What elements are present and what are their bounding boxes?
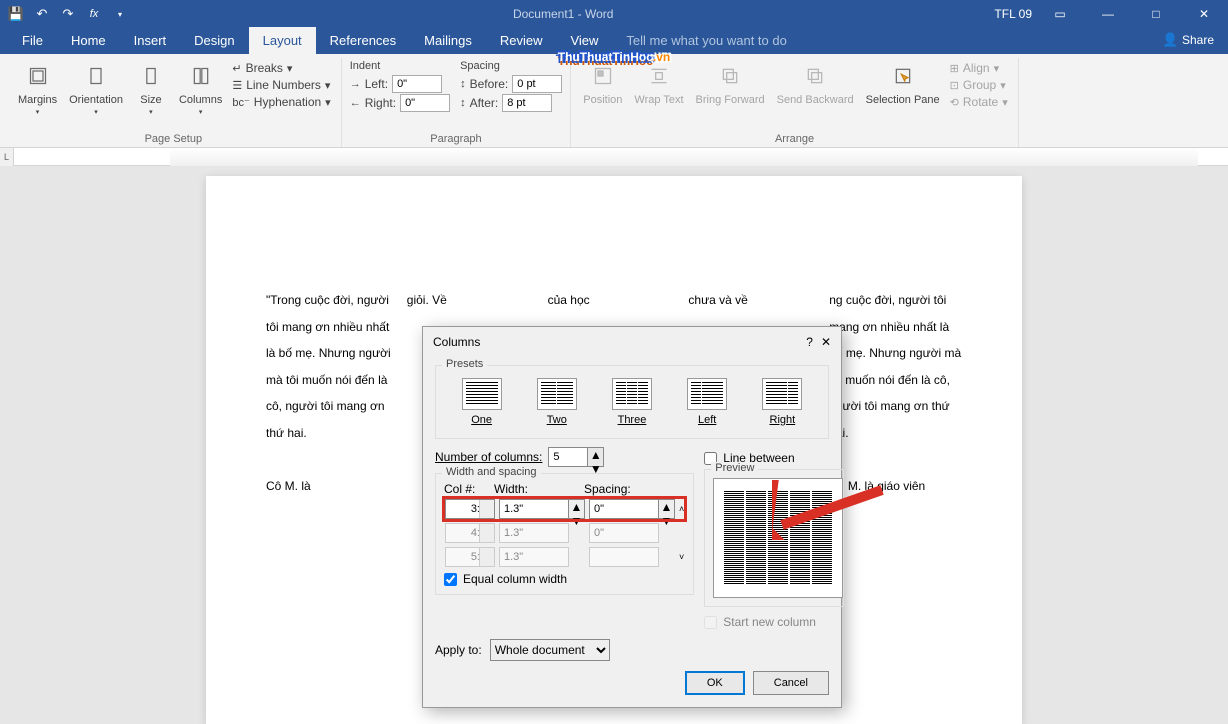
orientation-button[interactable]: Orientation▾ [65,58,127,120]
col-header: Col #: [444,482,494,496]
cancel-button[interactable]: Cancel [753,671,829,695]
spacing-after-field[interactable]: ↕ After: [460,94,562,112]
document-title: Document1 - Word [132,7,994,21]
margins-button[interactable]: Margins▾ [14,58,61,120]
ok-button[interactable]: OK [685,671,745,695]
spacing-label: Spacing [460,60,562,74]
hyphenation-button[interactable]: bc⁻ Hyphenation ▾ [230,94,332,110]
rotate-button: ⟲ Rotate ▾ [948,94,1010,110]
user-name[interactable]: TFL 09 [994,7,1032,21]
group-paragraph: Paragraph [350,131,563,147]
width-input-3[interactable] [499,499,569,519]
text-column-1[interactable]: "Trong cuộc đời, người tôi mang ơn nhiều… [266,286,399,724]
line-numbers-button[interactable]: ☰ Line Numbers ▾ [230,77,332,93]
send-backward-button: Send Backward [773,58,858,109]
ribbon-tablist: File Home Insert Design Layout Reference… [0,28,1228,54]
size-button[interactable]: Size▾ [131,58,171,120]
spacing-header: Spacing: [584,482,674,496]
presets-label: Presets [442,358,487,370]
fx-icon[interactable]: fx [82,2,106,26]
wrap-text-button: Wrap Text [630,58,687,109]
preset-right[interactable]: Right [762,378,802,426]
tab-view[interactable]: View [556,27,612,54]
text-column-5[interactable]: ng cuộc đời, người tôi mang ơn nhiều nhấ… [829,286,962,724]
group-arrange: Arrange [579,131,1010,147]
tab-insert[interactable]: Insert [120,27,181,54]
undo-icon[interactable]: ↶ [30,2,54,26]
save-icon[interactable]: 💾 [4,2,28,26]
tab-home[interactable]: Home [57,27,120,54]
tab-mailings[interactable]: Mailings [410,27,486,54]
tab-references[interactable]: References [316,27,410,54]
indent-right-field[interactable]: ← Right: [350,94,450,112]
group-objects-button: ⊡ Group ▾ [948,77,1010,93]
tab-review[interactable]: Review [486,27,557,54]
dialog-close-icon[interactable]: ✕ [821,335,831,349]
column-row-5: 5: ˅ [444,546,685,568]
preset-two[interactable]: Two [537,378,577,426]
apply-to-label: Apply to: [435,643,482,657]
titlebar: 💾 ↶ ↷ fx ▾ Document1 - Word TFL 09 ▭ — □… [0,0,1228,28]
close-icon[interactable]: ✕ [1184,0,1224,28]
preset-one[interactable]: One [462,378,502,426]
apply-to-select[interactable]: Whole document [490,639,610,661]
selection-pane-button[interactable]: Selection Pane [862,58,944,109]
ribbon-layout: Margins▾ Orientation▾ Size▾ Columns▾ ↵ B… [0,54,1228,148]
redo-icon[interactable]: ↷ [56,2,80,26]
group-page-setup: Page Setup [14,131,333,147]
dialog-title: Columns [433,335,480,349]
tab-file[interactable]: File [8,27,57,54]
dialog-titlebar[interactable]: Columns ? ✕ [423,327,841,357]
width-spacing-label: Width and spacing [442,466,541,478]
align-button: ⊞ Align ▾ [948,60,1010,76]
ruler[interactable]: L [0,148,1228,166]
preset-three[interactable]: Three [612,378,652,426]
ruler-corner-icon: L [0,148,14,166]
num-columns-input[interactable]: ▲▼ [548,447,604,467]
column-row-3[interactable]: 3: ▲▼ ▲▼ ˄ [444,498,685,520]
preview-label: Preview [711,462,758,474]
start-new-column-checkbox: Start new column [704,615,844,629]
ribbon-options-icon[interactable]: ▭ [1040,0,1080,28]
position-button: Position [579,58,626,109]
preset-left[interactable]: Left [687,378,727,426]
equal-width-checkbox[interactable]: Equal column width [444,572,685,586]
maximize-icon[interactable]: □ [1136,0,1176,28]
num-columns-label: Number of columns: [435,450,542,464]
width-header: Width: [494,482,584,496]
spacing-before-field[interactable]: ↕ Before: [460,75,562,93]
tellme-search[interactable]: Tell me what you want to do [612,27,800,54]
preview-icon [713,478,843,598]
quick-access-toolbar: 💾 ↶ ↷ fx ▾ [4,2,132,26]
columns-button[interactable]: Columns▾ [175,58,226,120]
spacing-input-3[interactable] [589,499,659,519]
bring-forward-button: Bring Forward [692,58,769,109]
tab-design[interactable]: Design [180,27,248,54]
minimize-icon[interactable]: — [1088,0,1128,28]
breaks-button[interactable]: ↵ Breaks ▾ [230,60,332,76]
indent-label: Indent [350,60,450,74]
dialog-help-icon[interactable]: ? [806,335,813,349]
columns-dialog: Columns ? ✕ Presets One Two Three Left R… [422,326,842,708]
share-button[interactable]: 👤 Share [1148,26,1228,54]
tab-layout[interactable]: Layout [249,27,316,54]
column-row-4: 4: [444,522,685,544]
indent-left-field[interactable]: → Left: [350,75,450,93]
qat-dropdown-icon[interactable]: ▾ [108,2,132,26]
